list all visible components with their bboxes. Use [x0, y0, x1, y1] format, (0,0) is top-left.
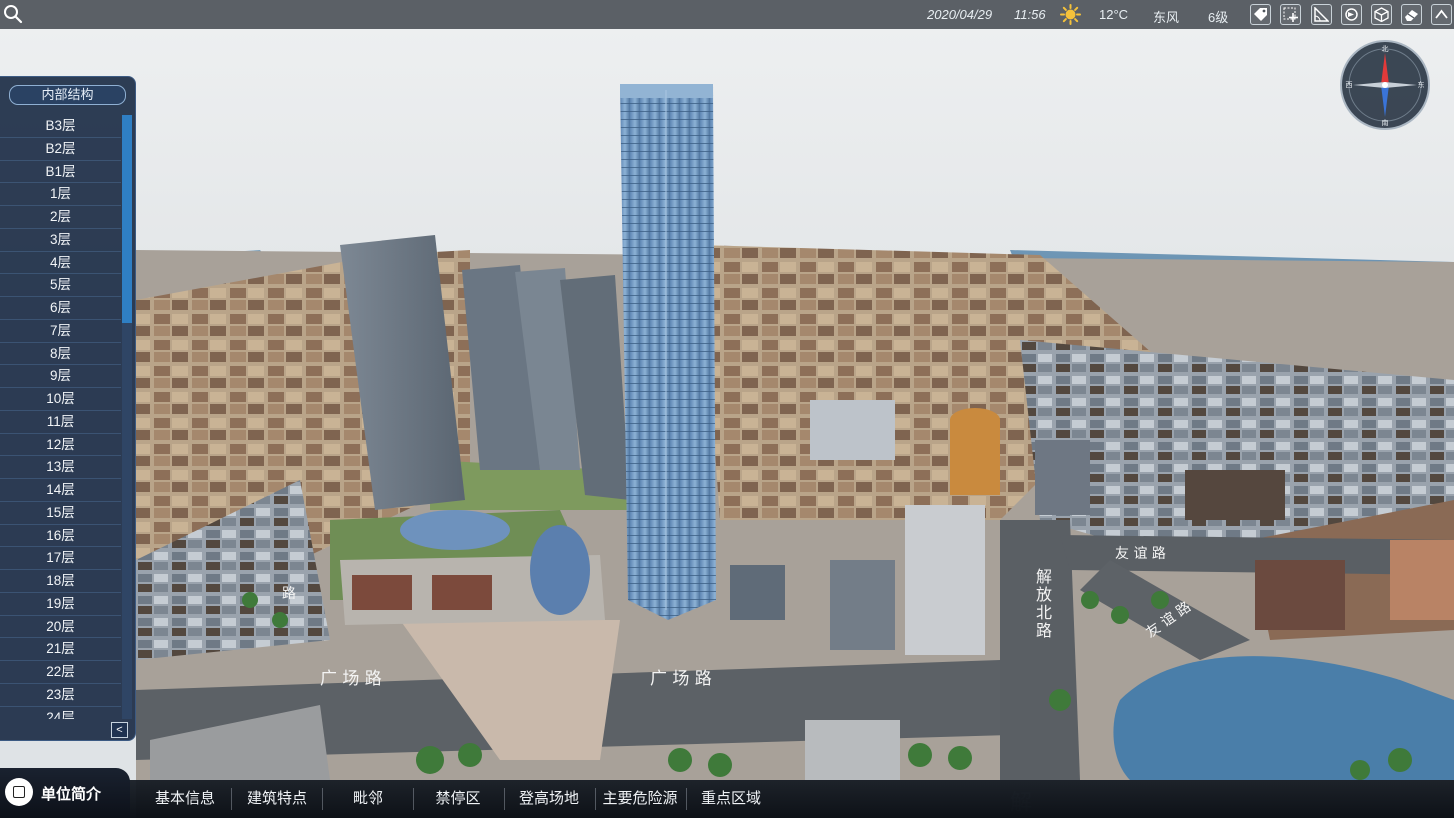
floor-item[interactable]: B1层 [0, 161, 121, 184]
svg-text:解: 解 [1036, 567, 1052, 586]
search-icon[interactable] [3, 4, 23, 24]
area-measure-icon[interactable] [1280, 4, 1301, 25]
tab-separator [231, 788, 232, 810]
floor-item[interactable]: 20层 [0, 616, 121, 639]
floor-item[interactable]: 12层 [0, 434, 121, 457]
tab-separator [595, 788, 596, 810]
floor-item[interactable]: 23层 [0, 684, 121, 707]
tab-key-areas[interactable]: 重点区域 [691, 780, 771, 818]
floor-item[interactable]: 7层 [0, 320, 121, 343]
compass-widget[interactable]: 北 南 东 西 [1339, 39, 1431, 131]
date-display: 2020/04/29 [927, 7, 993, 22]
tab-aerial-ladder-site[interactable]: 登高场地 [509, 780, 589, 818]
compass-north-label: 北 [1382, 45, 1389, 53]
tab-separator [322, 788, 323, 810]
tab-basic-info[interactable]: 基本信息 [145, 780, 225, 818]
top-toolbar: 2020/04/29 11:56 12°C 东风 6级 [0, 0, 1454, 29]
floor-item[interactable]: 10层 [0, 388, 121, 411]
floor-item[interactable]: 18层 [0, 570, 121, 593]
tab-separator [504, 788, 505, 810]
floor-item[interactable]: 5层 [0, 274, 121, 297]
tab-major-hazards[interactable]: 主要危险源 [599, 780, 681, 818]
tab-no-parking-zone[interactable]: 禁停区 [418, 780, 498, 818]
floor-item[interactable]: 21层 [0, 638, 121, 661]
floor-item[interactable]: 8层 [0, 343, 121, 366]
svg-text:北: 北 [1036, 603, 1052, 622]
cube-view-icon[interactable] [1371, 4, 1392, 25]
compass-south-label: 南 [1382, 118, 1389, 127]
floor-item[interactable]: 6层 [0, 297, 121, 320]
floor-item[interactable]: 24层 [0, 707, 121, 720]
floor-item[interactable]: 4层 [0, 252, 121, 275]
unit-intro-label: 单位简介 [41, 786, 102, 803]
tab-building-features[interactable]: 建筑特点 [237, 780, 317, 818]
compass-west-label: 西 [1346, 81, 1353, 89]
floor-item[interactable]: 1层 [0, 183, 121, 206]
floor-panel-title[interactable]: 内部结构 [9, 85, 126, 105]
wind-direction-display: 东风 [1153, 10, 1180, 25]
unit-intro-icon [5, 778, 33, 806]
tab-separator [686, 788, 687, 810]
floor-item[interactable]: 11层 [0, 411, 121, 434]
sun-icon [1060, 4, 1081, 25]
svg-text:路: 路 [1036, 621, 1052, 640]
floor-item[interactable]: 2层 [0, 206, 121, 229]
floor-item[interactable]: 19层 [0, 593, 121, 616]
floor-item[interactable]: 15层 [0, 502, 121, 525]
floor-item[interactable]: B2层 [0, 138, 121, 161]
temperature-display: 12°C [1099, 7, 1129, 22]
floor-item[interactable]: 3层 [0, 229, 121, 252]
floor-item[interactable]: 22层 [0, 661, 121, 684]
floor-list[interactable]: B3层 B2层 B1层 1层 2层 3层 4层 5层 6层 7层 8层 9层 10层 11层 12层 13层 1… [0, 115, 121, 719]
floor-item[interactable]: B3层 [0, 115, 121, 138]
tab-neighbors[interactable]: 毗邻 [328, 780, 408, 818]
rotate-icon[interactable] [1341, 4, 1362, 25]
road-label-youyi-north: 友 谊 路 [1115, 546, 1166, 562]
floor-scrollbar-thumb[interactable] [122, 115, 132, 323]
svg-text:放: 放 [1036, 585, 1052, 604]
angle-measure-icon[interactable] [1311, 4, 1332, 25]
unit-intro-button[interactable]: 单位简介 [0, 768, 130, 818]
tag-icon[interactable] [1250, 4, 1271, 25]
floor-structure-panel: 内部结构 B3层 B2层 B1层 1层 2层 3层 4层 5层 6层 7层 8层 9层 10层 11层 12… [0, 76, 136, 741]
floor-item[interactable]: 9层 [0, 365, 121, 388]
tab-separator [413, 788, 414, 810]
city-3d-view[interactable]: 广 场 路 广 场 路 解 放 北 路 友 谊 路 友 谊 路 路 解 [0, 0, 1454, 818]
floor-item[interactable]: 13层 [0, 456, 121, 479]
collapse-panel-button[interactable]: < [111, 722, 128, 738]
road-label-left: 路 [282, 586, 296, 602]
time-display: 11:56 [1014, 7, 1046, 22]
floor-item[interactable]: 14层 [0, 479, 121, 502]
compass-east-label: 东 [1418, 80, 1425, 89]
eraser-icon[interactable] [1401, 4, 1422, 25]
wind-level-display: 6级 [1208, 10, 1229, 25]
floor-item[interactable]: 16层 [0, 525, 121, 548]
collapse-up-icon[interactable] [1431, 4, 1452, 25]
road-label-guangchang-west: 广 场 路 [320, 669, 382, 689]
floor-item[interactable]: 17层 [0, 547, 121, 570]
road-label-guangchang-east: 广 场 路 [650, 669, 712, 689]
